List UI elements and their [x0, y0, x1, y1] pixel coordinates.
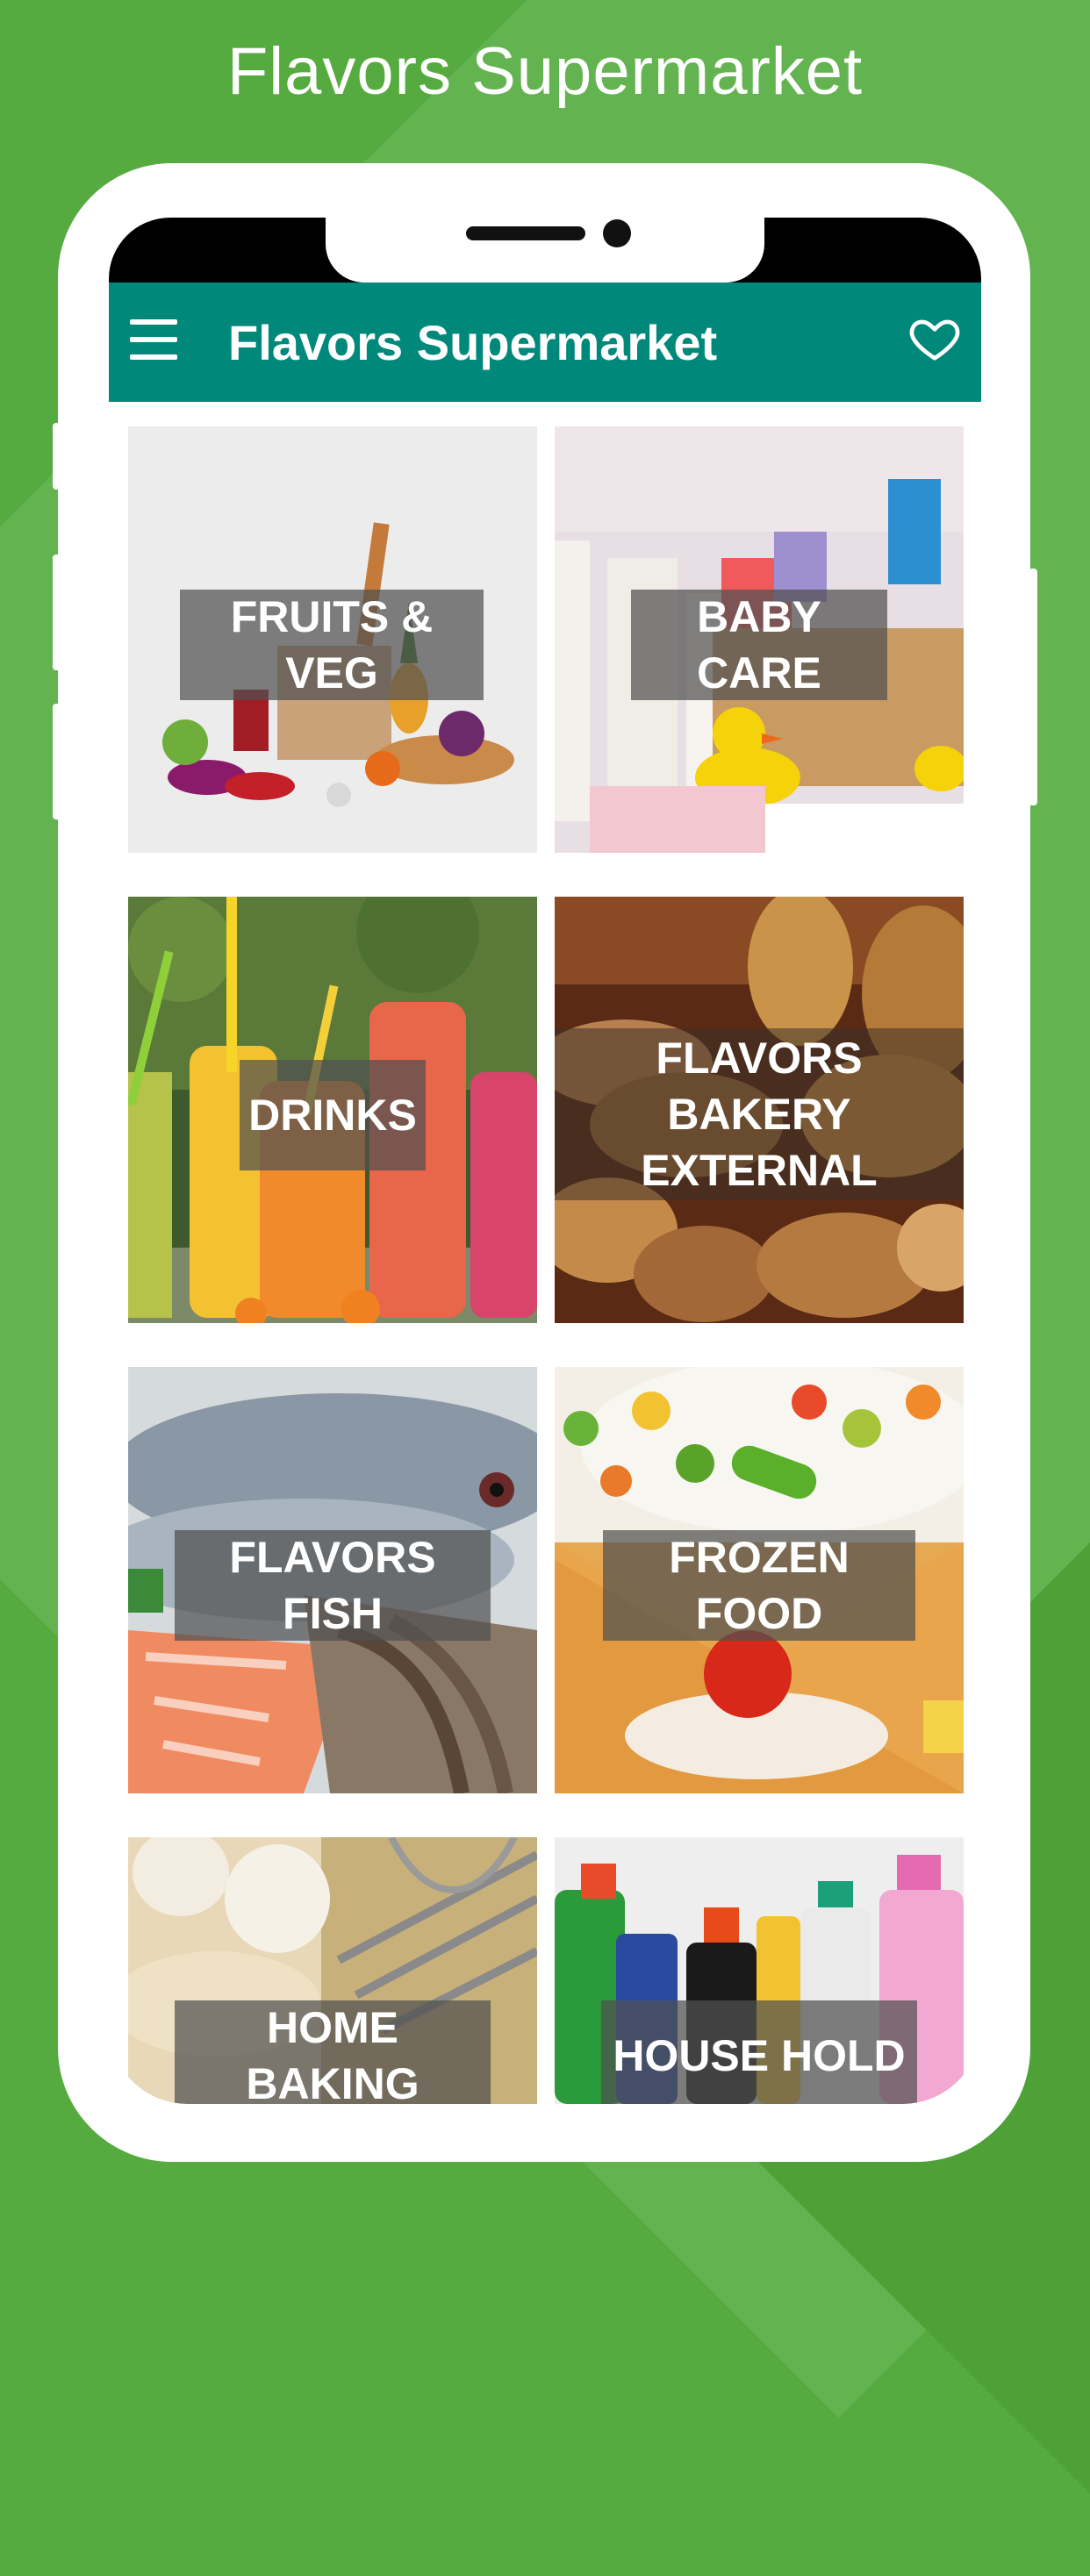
category-tile-flavors-fish[interactable]: FLAVORS FISH [128, 1367, 537, 1793]
category-tile-frozen-food[interactable]: FROZEN FOOD [555, 1367, 964, 1793]
category-label: BABY CARE [631, 590, 887, 700]
category-label: HOME BAKING [175, 2000, 491, 2104]
heart-outline-icon[interactable] [907, 311, 962, 365]
category-label: FLAVORS FISH [175, 1530, 491, 1641]
category-label: HOUSE HOLD [601, 2000, 917, 2104]
category-tile-drinks[interactable]: DRINKS [128, 897, 537, 1323]
hamburger-menu-icon[interactable] [130, 319, 177, 360]
app-title: Flavors Supermarket [228, 315, 718, 370]
promo-title: Flavors Supermarket [226, 34, 864, 109]
app-bar: Flavors Supermarket [109, 283, 981, 402]
phone-notch [326, 218, 764, 283]
front-camera [603, 219, 631, 247]
category-tile-baby-care[interactable]: BABY CARE [555, 426, 964, 853]
category-label: FLAVORS BAKERY EXTERNAL [555, 1028, 964, 1200]
category-label: FRUITS & VEG [180, 590, 484, 700]
category-tile-home-baking[interactable]: HOME BAKING [128, 1837, 537, 2104]
category-label: DRINKS [240, 1060, 426, 1170]
phone-screen: Flavors Supermarket FRUITS & VEG BABY CA… [109, 218, 981, 2104]
category-tile-fruits-veg[interactable]: FRUITS & VEG [128, 426, 537, 853]
category-tile-house-hold[interactable]: HOUSE HOLD [555, 1837, 964, 2104]
speaker-grille [466, 226, 585, 240]
category-tile-flavors-bakery-external[interactable]: FLAVORS BAKERY EXTERNAL [555, 897, 964, 1323]
category-label: FROZEN FOOD [603, 1530, 915, 1641]
